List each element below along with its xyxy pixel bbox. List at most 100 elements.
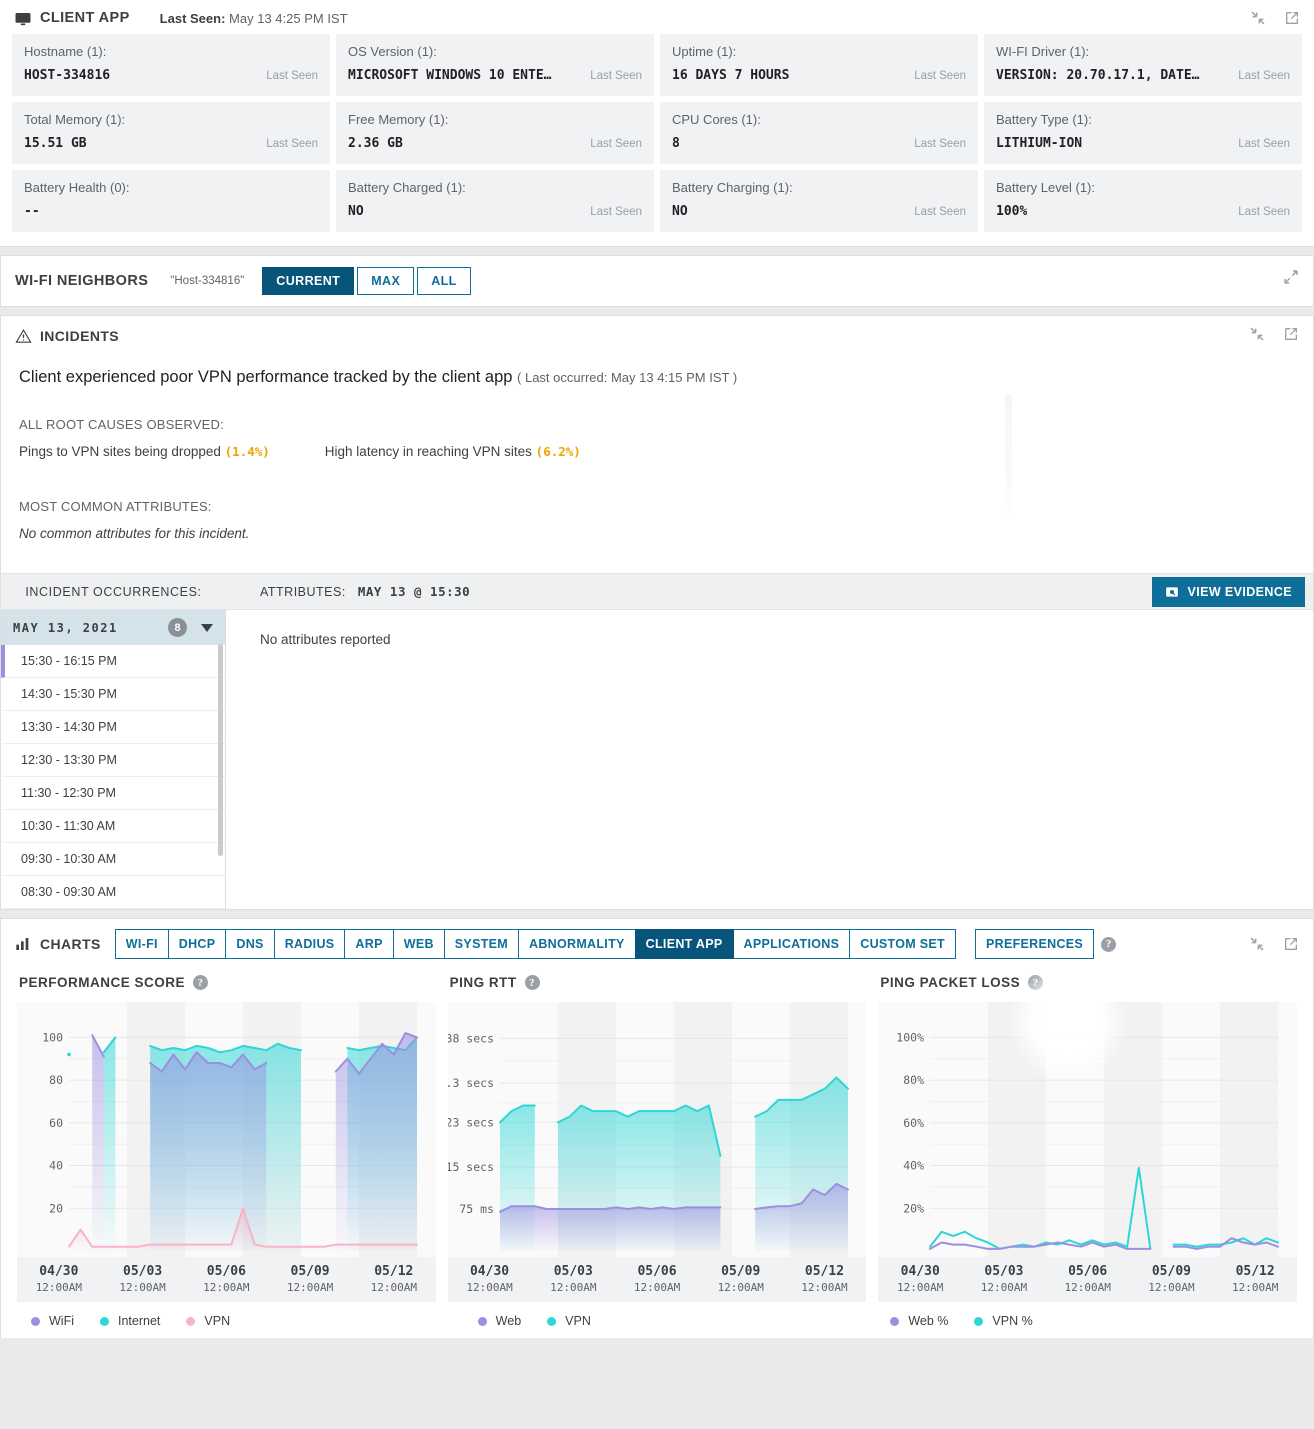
tab-client-app[interactable]: CLIENT APP	[634, 929, 734, 959]
x-tick-date: 05/12	[374, 1264, 414, 1279]
occurrence-item[interactable]: 14:30 - 15:30 PM	[1, 678, 225, 711]
legend-label: VPN %	[992, 1314, 1033, 1328]
help-icon[interactable]: ?	[193, 975, 209, 990]
segment-all[interactable]: ALL	[417, 267, 471, 295]
info-card-sub: Last Seen	[914, 70, 966, 82]
collapse-icon[interactable]	[1249, 936, 1265, 952]
tab-dns[interactable]: DNS	[225, 929, 275, 959]
segment-current[interactable]: CURRENT	[262, 267, 355, 295]
help-icon[interactable]: ?	[1101, 936, 1117, 952]
x-tick-date: 04/30	[469, 1264, 510, 1279]
common-attributes-label: MOST COMMON ATTRIBUTES:	[19, 499, 212, 514]
x-tick-time: 12:00AM	[550, 1281, 597, 1294]
legend-swatch	[477, 1316, 487, 1326]
info-card: Total Memory (1): 15.51 GB Last Seen	[12, 102, 330, 164]
last-seen-label: Last Seen:	[159, 10, 226, 26]
tab-wifi[interactable]: WI-FI	[114, 929, 169, 959]
chevron-down-icon[interactable]	[201, 623, 213, 632]
client-app-panel: CLIENT APP Last Seen: May 13 4:25 PM IST…	[0, 0, 1314, 247]
occurrence-item[interactable]: 08:30 - 09:30 AM	[1, 876, 225, 909]
svg-text:60%: 60%	[904, 1116, 925, 1130]
x-tick: 05/06 12:00AM	[1046, 1257, 1130, 1302]
chart-ping-packet-loss: PING PACKET LOSS ? 20% 40% 60% 80% 100% 04/3…	[872, 962, 1303, 1338]
info-card: Battery Health (0): --	[12, 170, 330, 232]
tab-web[interactable]: WEB	[392, 929, 445, 959]
legend-item[interactable]: VPN	[186, 1314, 230, 1328]
tab-applications[interactable]: APPLICATIONS	[732, 929, 851, 959]
x-tick-date: 05/03	[984, 1264, 1024, 1279]
x-tick-date: 05/06	[206, 1264, 246, 1279]
x-tick-date: 04/30	[39, 1264, 79, 1279]
legend-item[interactable]: Web	[477, 1314, 521, 1328]
open-external-icon[interactable]	[1283, 326, 1299, 342]
incident-attributes-panel: No attributes reported	[226, 610, 1313, 909]
attributes-header: ATTRIBUTES: MAY 13 @ 15:30	[260, 584, 470, 599]
help-icon[interactable]: ?	[1028, 975, 1044, 990]
view-evidence-button[interactable]: VIEW EVIDENCE	[1152, 576, 1305, 607]
legend-item[interactable]: Internet	[100, 1314, 160, 1328]
last-seen-value: May 13 4:25 PM IST	[229, 10, 348, 26]
open-external-icon[interactable]	[1283, 936, 1299, 952]
svg-text:0.3 secs: 0.3 secs	[448, 1076, 494, 1090]
info-card-label: Battery Charging (1):	[672, 180, 793, 195]
info-card: OS Version (1): MICROSOFT WINDOWS 10 ENT…	[336, 34, 654, 96]
legend-item[interactable]: VPN %	[974, 1314, 1033, 1328]
occurrence-item[interactable]: 15:30 - 16:15 PM	[1, 645, 225, 678]
collapse-icon[interactable]	[1250, 10, 1266, 26]
tab-system[interactable]: SYSTEM	[443, 929, 519, 959]
x-tick: 04/30 12:00AM	[878, 1257, 962, 1302]
legend-swatch	[100, 1316, 109, 1326]
wifi-neighbors-host: "Host-334816"	[170, 275, 245, 287]
occurrence-item[interactable]: 09:30 - 10:30 AM	[1, 843, 225, 876]
help-icon[interactable]: ?	[524, 975, 540, 990]
collapse-icon[interactable]	[1249, 326, 1265, 342]
x-tick-time: 12:00AM	[980, 1281, 1028, 1294]
info-card-sub: Last Seen	[1238, 70, 1290, 82]
occurrence-item[interactable]: 11:30 - 12:30 PM	[1, 777, 225, 810]
preferences-button[interactable]: PREFERENCES	[974, 929, 1095, 959]
occurrences-scrollbar[interactable]	[218, 644, 223, 856]
legend-label: Internet	[118, 1314, 161, 1328]
expand-icon[interactable]	[1283, 269, 1299, 285]
x-tick-time: 12:00AM	[35, 1281, 83, 1294]
svg-text:0.38 secs: 0.38 secs	[448, 1031, 494, 1045]
attributes-label: ATTRIBUTES:	[260, 585, 346, 599]
legend-item[interactable]: VPN	[547, 1314, 591, 1328]
chart-title-text: PING PACKET LOSS	[880, 975, 1021, 990]
occurrence-item[interactable]: 10:30 - 11:30 AM	[1, 810, 225, 843]
attributes-timestamp: MAY 13 @ 15:30	[357, 584, 471, 599]
legend-label: VPN	[204, 1314, 231, 1328]
tab-radius[interactable]: RADIUS	[273, 929, 346, 959]
open-external-icon[interactable]	[1284, 10, 1300, 26]
info-card-label: Battery Charged (1):	[348, 180, 466, 195]
x-tick-time: 12:00AM	[1064, 1281, 1111, 1294]
root-cause-pct: (1.4%)	[224, 444, 270, 459]
legend-item[interactable]: Web %	[890, 1314, 948, 1328]
wifi-neighbors-panel: WI-FI NEIGHBORS "Host-334816" CURRENT MA…	[0, 255, 1314, 307]
tab-dhcp[interactable]: DHCP	[167, 929, 227, 959]
occurrence-item[interactable]: 13:30 - 14:30 PM	[1, 711, 225, 744]
svg-text:20: 20	[49, 1201, 63, 1215]
occurrence-item[interactable]: 12:30 - 13:30 PM	[1, 744, 225, 777]
svg-text:80%: 80%	[904, 1073, 925, 1087]
tab-custom-set[interactable]: CUSTOM SET	[849, 929, 956, 959]
info-card: Battery Charging (1): NO Last Seen	[660, 170, 978, 232]
x-tick-date: 05/03	[123, 1264, 163, 1279]
info-card-label: Battery Health (0):	[24, 180, 130, 195]
plot-svg: 20 40 60 80 100	[17, 1002, 418, 1257]
x-tick-time: 12:00AM	[119, 1281, 166, 1294]
info-card-value: MICROSOFT WINDOWS 10 ENTE…	[348, 68, 552, 83]
incident-occurrences-list[interactable]: MAY 13, 2021 8 15:30 - 16:15 PM 14:30 - …	[1, 610, 226, 909]
no-attributes-text: No attributes reported	[260, 632, 391, 647]
legend-item[interactable]: WiFi	[31, 1314, 74, 1328]
occurrence-date-header[interactable]: MAY 13, 2021 8	[1, 610, 225, 645]
segment-max[interactable]: MAX	[357, 267, 415, 295]
client-app-title: CLIENT APP	[40, 10, 130, 26]
svg-text:100%: 100%	[897, 1030, 925, 1044]
x-tick: 05/06 12:00AM	[615, 1257, 699, 1302]
tab-abnormality[interactable]: ABNORMALITY	[518, 929, 636, 959]
incident-occurrences-bar: INCIDENT OCCURRENCES: ATTRIBUTES: MAY 13…	[1, 573, 1313, 609]
common-attributes-value: No common attributes for this incident.	[19, 526, 250, 541]
tab-arp[interactable]: ARP	[344, 929, 394, 959]
info-card-label: CPU Cores (1):	[672, 112, 761, 127]
